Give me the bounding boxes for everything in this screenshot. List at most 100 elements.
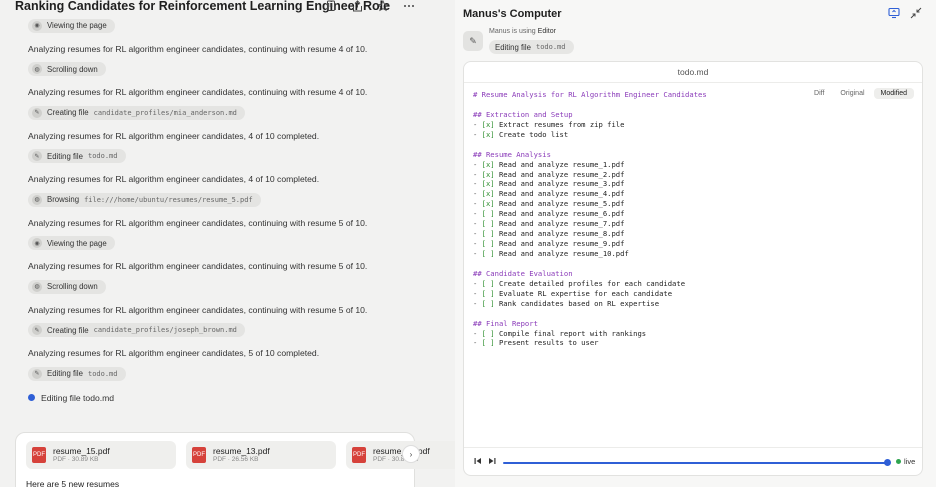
share-icon[interactable] bbox=[351, 0, 363, 12]
code-line: - [ ] Present results to user bbox=[473, 338, 707, 348]
tab-modified[interactable]: Modified bbox=[873, 88, 914, 99]
action-chip[interactable]: ◉ Viewing the page bbox=[28, 236, 115, 250]
action-chip[interactable]: ✎ Editing file todo.md bbox=[28, 149, 126, 163]
chevron-right-icon[interactable]: › bbox=[402, 445, 420, 463]
action-file: todo.md bbox=[535, 43, 566, 51]
skip-forward-icon[interactable] bbox=[488, 457, 496, 467]
action-chip-label: Creating file bbox=[47, 108, 89, 117]
playback-knob[interactable] bbox=[884, 459, 891, 466]
code-line: # Resume Analysis for RL Algorithm Engin… bbox=[473, 90, 707, 100]
attachment-name: resume_13.pdf bbox=[213, 446, 270, 456]
markdown-heading: ## Resume Analysis bbox=[473, 149, 551, 159]
checkbox-unchecked: [ ] bbox=[481, 278, 499, 288]
code-line: - [x] Read and analyze resume_2.pdf bbox=[473, 170, 707, 180]
attachment-meta: PDF · 30.89 KB bbox=[373, 456, 419, 463]
checkbox-checked: [x] bbox=[481, 169, 499, 179]
editor-content: # Resume Analysis for RL Algorithm Engin… bbox=[473, 90, 707, 348]
code-line: - [ ] Read and analyze resume_6.pdf bbox=[473, 209, 707, 219]
list-bullet: - bbox=[473, 199, 482, 209]
status-message: Analyzing resumes for RL algorithm engin… bbox=[28, 261, 368, 271]
tab-diff[interactable]: Diff bbox=[807, 88, 831, 99]
tab-original[interactable]: Original bbox=[833, 88, 871, 99]
code-line: - [x] Read and analyze resume_3.pdf bbox=[473, 179, 707, 189]
todo-item-text: Read and analyze resume_2.pdf bbox=[498, 169, 625, 179]
action-chip[interactable]: ◍ Scrolling down bbox=[28, 62, 106, 76]
list-bullet: - bbox=[473, 239, 482, 249]
checkbox-unchecked: [ ] bbox=[481, 209, 499, 219]
markdown-heading: ## Candidate Evaluation bbox=[473, 268, 573, 278]
attachment-card[interactable]: PDF resume_13.pdf PDF · 26.56 KB bbox=[186, 441, 336, 469]
code-line: ## Candidate Evaluation bbox=[473, 269, 707, 279]
editor-view-tabs: Diff Original Modified bbox=[807, 88, 914, 99]
file-editor: todo.md Diff Original Modified # Resume An… bbox=[463, 61, 923, 476]
action-chip[interactable]: ✎ Creating file candidate_profiles/mia_and… bbox=[28, 105, 245, 120]
action-chip[interactable]: ◉ Viewing the page bbox=[28, 18, 115, 33]
attachment-card[interactable]: PDF resume_15.pdf PDF · 30.89 KB bbox=[26, 441, 176, 469]
action-chip[interactable]: ✎ Editing file todo.md bbox=[28, 366, 126, 381]
current-action-chip[interactable]: Editing file todo.md bbox=[489, 40, 574, 54]
attachment-card[interactable]: PDFresume_14.pdfPDF · 30.89 KB bbox=[346, 441, 455, 469]
attachment-meta: PDF · 26.56 KB bbox=[213, 456, 259, 463]
action-chip[interactable]: ◍ Browsing file:///home/ubuntu/resumes/res… bbox=[28, 192, 261, 207]
more-options-icon[interactable] bbox=[403, 0, 415, 12]
action-chip-label: Editing file bbox=[47, 369, 83, 378]
message-composer[interactable]: PDF resume_15.pdf PDF · 30.89 KB PDF resume_… bbox=[15, 432, 455, 487]
checkbox-checked: [x] bbox=[481, 119, 499, 129]
todo-item-text: Compile final report with rankings bbox=[498, 328, 647, 338]
edit-icon: ✎ bbox=[32, 107, 42, 118]
task-header: Ranking Candidates for Reinforcement Lea… bbox=[0, 0, 455, 14]
code-line: - [ ] Read and analyze resume_9.pdf bbox=[473, 239, 707, 249]
status-message: Analyzing resumes for RL algorithm engin… bbox=[28, 43, 368, 54]
live-indicator-icon bbox=[28, 394, 35, 401]
checkbox-unchecked: [ ] bbox=[481, 219, 499, 229]
playback-bar: live bbox=[464, 447, 922, 475]
edit-icon: ✎ bbox=[32, 325, 42, 335]
todo-item-text: Read and analyze resume_1.pdf bbox=[498, 159, 625, 169]
todo-item-text: Rank candidates based on RL expertise bbox=[498, 298, 660, 308]
star-icon[interactable] bbox=[377, 0, 389, 12]
todo-item-text: Read and analyze resume_6.pdf bbox=[498, 209, 625, 219]
code-line: - [ ] Create detailed profiles for each … bbox=[473, 279, 707, 289]
code-line: ## Extraction and Setup bbox=[473, 110, 707, 120]
action-chip[interactable]: ✎ Creating file candidate_profiles/joseph_… bbox=[28, 323, 245, 337]
checkbox-checked: [x] bbox=[481, 179, 499, 189]
pdf-file-icon: PDF bbox=[352, 447, 366, 463]
list-bullet: - bbox=[473, 328, 482, 338]
action-chip-label: Creating file bbox=[47, 325, 89, 335]
todo-item-text: Read and analyze resume_7.pdf bbox=[498, 219, 625, 229]
list-bullet: - bbox=[473, 298, 482, 308]
action-chip-label: Viewing the page bbox=[47, 238, 107, 248]
todo-item-text: Read and analyze resume_3.pdf bbox=[498, 179, 625, 189]
computer-actions bbox=[888, 7, 922, 19]
list-bullet: - bbox=[473, 249, 482, 258]
using-tool-name: Editor bbox=[537, 28, 556, 35]
playback-progress-track[interactable] bbox=[503, 462, 888, 464]
todo-item-text: Read and analyze resume_9.pdf bbox=[498, 239, 625, 249]
code-line: ## Final Report bbox=[473, 319, 707, 329]
action-chip-label: Browsing bbox=[47, 195, 80, 204]
pdf-file-icon: PDF bbox=[32, 447, 46, 463]
monitor-icon[interactable] bbox=[888, 7, 900, 19]
code-line: - [ ] Read and analyze resume_7.pdf bbox=[473, 219, 707, 229]
live-status-text: Editing file todo.md bbox=[41, 392, 115, 403]
checkbox-checked: [x] bbox=[481, 129, 499, 139]
eye-icon: ◉ bbox=[32, 238, 42, 248]
pdf-file-icon: PDF bbox=[192, 447, 206, 463]
skip-back-icon[interactable] bbox=[474, 457, 482, 467]
collapse-icon[interactable] bbox=[910, 7, 922, 19]
files-icon[interactable] bbox=[325, 0, 337, 12]
status-message: Analyzing resumes for RL algorithm engin… bbox=[28, 174, 320, 184]
checkbox-checked: [x] bbox=[481, 199, 499, 209]
task-panel: Ranking Candidates for Reinforcement Lea… bbox=[0, 0, 455, 487]
todo-item-text: Create detailed profiles for each candid… bbox=[498, 278, 686, 288]
status-message: Analyzing resumes for RL algorithm engin… bbox=[28, 130, 320, 141]
action-chip-target: candidate_profiles/mia_anderson.md bbox=[93, 108, 237, 117]
globe-icon: ◍ bbox=[32, 64, 42, 74]
checkbox-checked: [x] bbox=[481, 189, 499, 199]
list-bullet: - bbox=[473, 159, 482, 169]
code-line: - [x] Create todo list bbox=[473, 130, 707, 140]
action-chip[interactable]: ◍ Scrolling down bbox=[28, 279, 106, 294]
message-input[interactable]: Here are 5 new resumes bbox=[26, 479, 119, 487]
